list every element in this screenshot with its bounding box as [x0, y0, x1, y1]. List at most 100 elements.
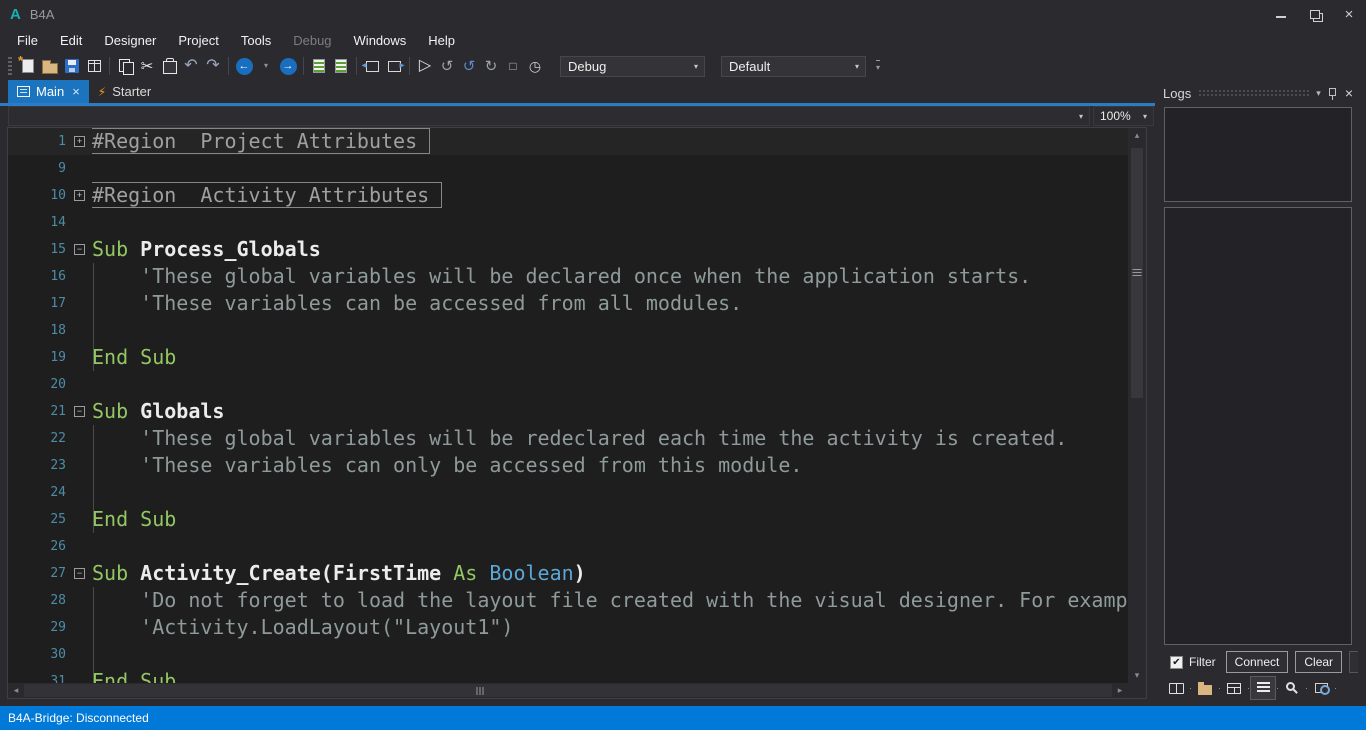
- code-line-19[interactable]: 19End Sub: [8, 344, 1128, 371]
- code-line-14[interactable]: 14: [8, 209, 1128, 236]
- collapsed-region-box[interactable]: #Region Project Attributes: [92, 129, 429, 153]
- modules-layout-button[interactable]: [1222, 677, 1246, 699]
- code-line-31[interactable]: 31End Sub: [8, 668, 1128, 683]
- back-history-dropdown-button[interactable]: ▾: [255, 53, 277, 79]
- vertical-scrollbar[interactable]: ▴ ▾: [1128, 128, 1146, 683]
- horizontal-scrollbar-thumb[interactable]: [24, 684, 1112, 697]
- layout-variant-select[interactable]: Default ▾: [721, 56, 866, 77]
- files-folder-button[interactable]: [1193, 677, 1217, 699]
- member-selector[interactable]: ▾: [8, 106, 1090, 126]
- tab-close-icon[interactable]: ×: [72, 84, 80, 99]
- menu-item-help[interactable]: Help: [419, 33, 464, 48]
- close-button[interactable]: ×: [1332, 0, 1366, 28]
- minimize-button[interactable]: [1264, 0, 1298, 28]
- comment-block-button[interactable]: [308, 53, 330, 79]
- code-line-18[interactable]: 18: [8, 317, 1128, 344]
- tab-starter[interactable]: ⚡Starter: [89, 80, 160, 103]
- horizontal-scrollbar[interactable]: ◂ ▸: [8, 683, 1128, 698]
- paste-button[interactable]: [158, 53, 180, 79]
- scroll-right-icon[interactable]: ▸: [1112, 683, 1128, 698]
- tab-main[interactable]: Main×: [8, 80, 89, 103]
- fold-toggle-icon[interactable]: +: [74, 190, 85, 201]
- scroll-left-icon[interactable]: ◂: [8, 683, 24, 698]
- code-line-22[interactable]: 22 'These global variables will be redec…: [8, 425, 1128, 452]
- code-line-26[interactable]: 26: [8, 533, 1128, 560]
- restore-button[interactable]: [1298, 0, 1332, 28]
- clear-button[interactable]: Clear: [1295, 651, 1342, 673]
- code-line-17[interactable]: 17 'These variables can be accessed from…: [8, 290, 1128, 317]
- logs-output-box-top[interactable]: [1164, 107, 1352, 202]
- search-window-button[interactable]: [1309, 677, 1333, 699]
- collapsed-region-box[interactable]: #Region Activity Attributes: [92, 183, 441, 207]
- code-segment: 'These global variables will be declared…: [92, 264, 1031, 288]
- package-button[interactable]: [83, 53, 105, 79]
- fold-toggle-icon[interactable]: −: [74, 244, 85, 255]
- menu-item-project[interactable]: Project: [169, 33, 227, 48]
- logs-panel-header[interactable]: Logs ▾ ×: [1158, 83, 1358, 103]
- redo-button[interactable]: ↷: [202, 53, 224, 79]
- navigate-back-button[interactable]: ←: [233, 53, 255, 79]
- uncomment-block-button[interactable]: [330, 53, 352, 79]
- list-button[interactable]: List: [1349, 651, 1358, 673]
- code-line-25[interactable]: 25End Sub: [8, 506, 1128, 533]
- back-history-dropdown-icon: ▾: [264, 62, 268, 70]
- run-button[interactable]: ▷: [414, 53, 436, 79]
- find-all-icon: [1286, 682, 1295, 691]
- build-configuration-select[interactable]: Debug ▾: [560, 56, 705, 77]
- save-button[interactable]: [61, 53, 83, 79]
- code-line-28[interactable]: 28 'Do not forget to load the layout fil…: [8, 587, 1128, 614]
- zoom-select[interactable]: 100% ▾: [1093, 106, 1154, 126]
- code-line-21[interactable]: 21−Sub Globals: [8, 398, 1128, 425]
- menu-item-edit[interactable]: Edit: [51, 33, 91, 48]
- cut-button[interactable]: ✂: [136, 53, 158, 79]
- code-area[interactable]: 1+#Region Project Attributes 910+#Region…: [8, 128, 1128, 683]
- menu-item-windows[interactable]: Windows: [345, 33, 416, 48]
- connect-button[interactable]: Connect: [1226, 651, 1289, 673]
- previous-module-button[interactable]: [361, 53, 383, 79]
- stop-button[interactable]: □: [502, 53, 524, 79]
- filter-checkbox[interactable]: ✔: [1170, 656, 1183, 669]
- menu-item-file[interactable]: File: [8, 33, 47, 48]
- menu-item-debug[interactable]: Debug: [284, 33, 340, 48]
- fold-toggle-icon[interactable]: −: [74, 406, 85, 417]
- menu-item-designer[interactable]: Designer: [95, 33, 165, 48]
- code-line-23[interactable]: 23 'These variables can only be accessed…: [8, 452, 1128, 479]
- logs-list-button[interactable]: [1251, 677, 1275, 699]
- code-line-29[interactable]: 29 'Activity.LoadLayout("Layout1"): [8, 614, 1128, 641]
- cut-icon: ✂: [141, 59, 154, 74]
- scroll-up-icon[interactable]: ▴: [1128, 128, 1146, 143]
- code-line-10[interactable]: 10+#Region Activity Attributes: [8, 182, 1128, 209]
- fold-toggle-icon[interactable]: +: [74, 136, 85, 147]
- open-project-button[interactable]: [39, 53, 61, 79]
- code-line-20[interactable]: 20: [8, 371, 1128, 398]
- code-line-30[interactable]: 30: [8, 641, 1128, 668]
- copy-button[interactable]: [114, 53, 136, 79]
- navigate-forward-button[interactable]: →: [277, 53, 299, 79]
- panel-menu-icon[interactable]: ▾: [1316, 88, 1321, 99]
- code-line-1[interactable]: 1+#Region Project Attributes: [8, 128, 1128, 155]
- code-line-24[interactable]: 24: [8, 479, 1128, 506]
- code-text: [92, 641, 1128, 668]
- build-timer-button[interactable]: ◷: [524, 53, 546, 79]
- vertical-scrollbar-thumb[interactable]: [1131, 148, 1143, 398]
- new-file-button[interactable]: [17, 53, 39, 79]
- code-line-15[interactable]: 15−Sub Process_Globals: [8, 236, 1128, 263]
- pin-icon[interactable]: [1329, 88, 1336, 96]
- code-line-27[interactable]: 27−Sub Activity_Create(FirstTime As Bool…: [8, 560, 1128, 587]
- code-editor[interactable]: 1+#Region Project Attributes 910+#Region…: [7, 127, 1147, 699]
- fold-toggle-icon[interactable]: −: [74, 568, 85, 579]
- scroll-down-icon[interactable]: ▾: [1128, 668, 1146, 683]
- find-all-button[interactable]: [1280, 677, 1304, 699]
- resume-button[interactable]: ↺: [458, 53, 480, 79]
- panel-close-icon[interactable]: ×: [1345, 85, 1353, 101]
- rebuild-button[interactable]: ↺: [436, 53, 458, 79]
- restart-button[interactable]: ↻: [480, 53, 502, 79]
- toolbar-overflow-icon[interactable]: ▾: [876, 60, 880, 72]
- code-line-9[interactable]: 9: [8, 155, 1128, 182]
- code-line-16[interactable]: 16 'These global variables will be decla…: [8, 263, 1128, 290]
- next-module-button[interactable]: [383, 53, 405, 79]
- logs-output-box-main[interactable]: [1164, 207, 1352, 645]
- libraries-book-button[interactable]: [1164, 677, 1188, 699]
- undo-button[interactable]: ↶: [180, 53, 202, 79]
- menu-item-tools[interactable]: Tools: [232, 33, 280, 48]
